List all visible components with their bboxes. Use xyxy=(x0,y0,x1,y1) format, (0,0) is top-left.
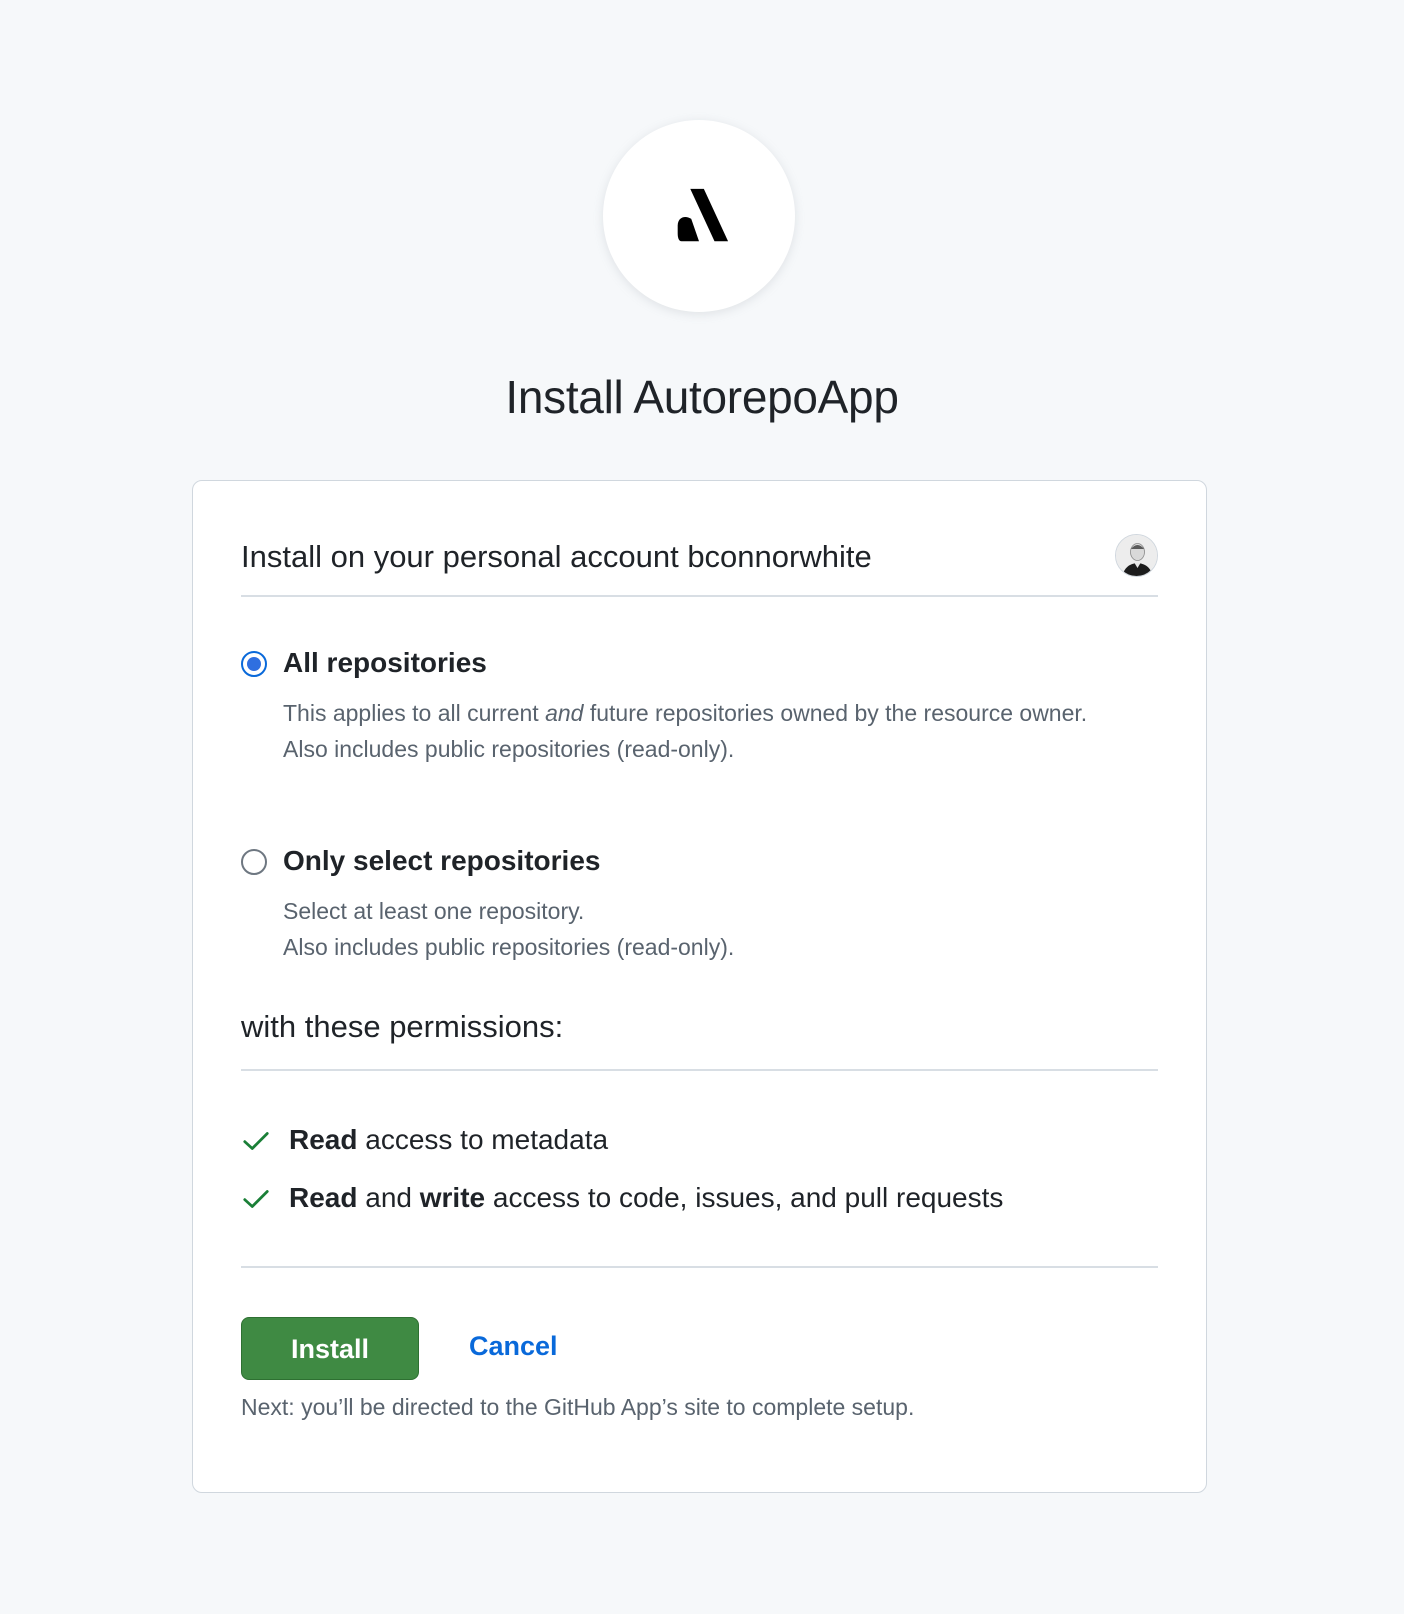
account-row: Install on your personal account bconnor… xyxy=(241,531,1158,597)
user-avatar xyxy=(1115,534,1158,577)
permission-text: Read and write access to code, issues, a… xyxy=(289,1182,1004,1213)
all-repositories-label: All repositories xyxy=(283,647,487,678)
next-step-note: Next: you’ll be directed to the GitHub A… xyxy=(241,1394,915,1420)
permission-item: Read access to metadata xyxy=(241,1122,1158,1162)
all-repositories-description: This applies to all current and future r… xyxy=(283,700,1088,762)
install-card: Install on your personal account bconnor… xyxy=(192,480,1207,1493)
autorepo-logo-icon xyxy=(677,188,729,242)
select-repositories-label: Only select repositories xyxy=(283,845,601,876)
check-icon xyxy=(243,1132,269,1150)
all-repositories-radio[interactable] xyxy=(241,651,267,677)
cancel-link[interactable]: Cancel xyxy=(469,1331,558,1362)
select-repositories-radio[interactable] xyxy=(241,849,267,875)
permission-text: Read access to metadata xyxy=(289,1124,609,1155)
check-icon xyxy=(243,1190,269,1208)
divider xyxy=(241,1266,1158,1268)
permission-item: Read and write access to code, issues, a… xyxy=(241,1180,1158,1220)
account-label: Install on your personal account bconnor… xyxy=(241,539,872,574)
select-repositories-description: Select at least one repository. Also inc… xyxy=(283,898,735,960)
install-button[interactable]: Install xyxy=(241,1317,419,1380)
app-logo xyxy=(603,120,795,312)
permissions-heading: with these permissions: xyxy=(241,1009,1158,1071)
page-title: Install AutorepoApp xyxy=(505,371,899,423)
install-app-page: Install AutorepoApp Install on your pers… xyxy=(0,0,1404,1614)
